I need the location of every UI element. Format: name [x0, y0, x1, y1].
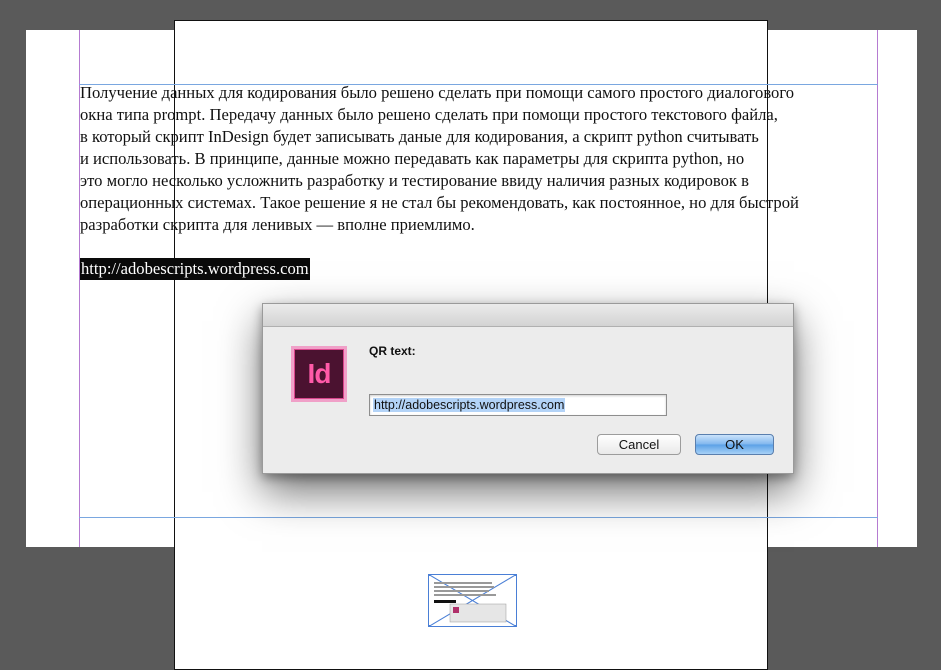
- text-line-6: операционных системах. Такое решение я н…: [80, 193, 799, 212]
- image-frame-placeholder-icon: [428, 574, 517, 627]
- margin-guide-bottom: [79, 517, 878, 518]
- text-line-3: в который скрипт InDesign будет записыва…: [80, 127, 759, 146]
- qr-image-frame[interactable]: [428, 574, 517, 627]
- cancel-button[interactable]: Cancel: [597, 434, 681, 455]
- dialog-titlebar[interactable]: [263, 304, 793, 327]
- selected-input-text: http://adobescripts.wordpress.com: [373, 398, 566, 412]
- indesign-app-icon: Id: [291, 346, 347, 402]
- text-line-1: Получение данных для кодирования было ре…: [80, 83, 795, 102]
- text-line-4: и использовать. В принципе, данные можно…: [80, 149, 745, 168]
- qr-text-input[interactable]: http://adobescripts.wordpress.com: [369, 394, 667, 416]
- text-line-2: окна типа prompt. Передачу данных было р…: [80, 105, 778, 124]
- text-line-7: разработки скрипта для ленивых — вполне …: [80, 215, 475, 234]
- text-frame[interactable]: Получение данных для кодирования было ре…: [80, 82, 880, 236]
- text-line-5: это могло несколько усложнить разработку…: [80, 171, 749, 190]
- ok-button[interactable]: OK: [695, 434, 774, 455]
- qr-text-dialog: Id QR text: http://adobescripts.wordpres…: [262, 303, 794, 474]
- app-icon-label: Id: [307, 358, 332, 389]
- selected-link-text[interactable]: http://adobescripts.wordpress.com: [80, 258, 310, 280]
- prompt-label: QR text:: [369, 344, 416, 358]
